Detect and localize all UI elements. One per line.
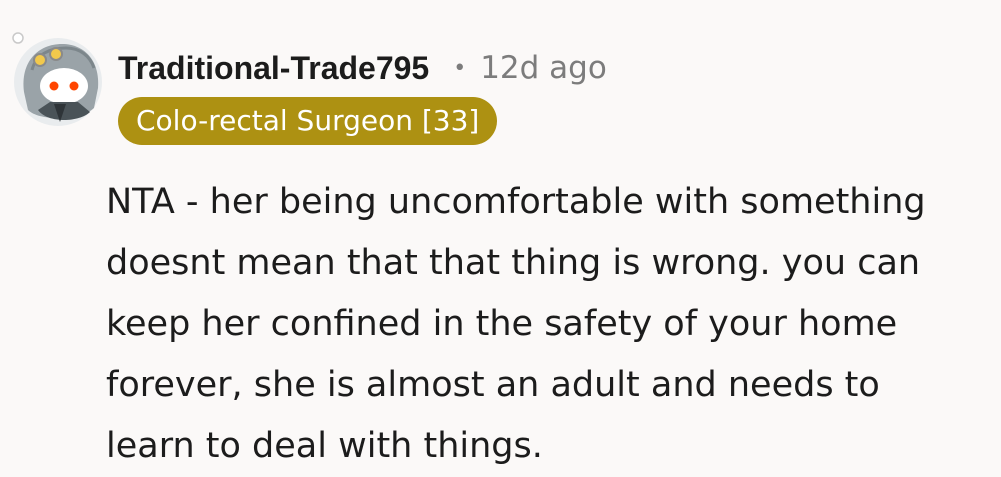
comment-body-line: learn to deal with things. (106, 426, 543, 466)
comment-body-line: forever, she is almost an adult and need… (106, 365, 880, 405)
comment-header: Traditional-Trade795 • 12d ago (118, 44, 607, 92)
comment-body-line: doesnt mean that that thing is wrong. yo… (106, 243, 921, 283)
user-flair-badge: Colo-rectal Surgeon [33] (118, 97, 498, 145)
user-avatar[interactable] (10, 30, 106, 126)
comment-body-line: keep her confined in the safety of your … (106, 304, 898, 344)
comment-body: NTA - her being uncomfortable with somet… (106, 172, 991, 477)
separator-dot: • (453, 55, 467, 81)
snoo-avatar-icon (12, 32, 102, 126)
comment-timestamp[interactable]: 12d ago (480, 50, 607, 86)
comment-body-line: NTA - her being uncomfortable with somet… (106, 182, 926, 222)
comment: Traditional-Trade795 • 12d ago Colo-rect… (0, 0, 1001, 477)
author-username[interactable]: Traditional-Trade795 (118, 50, 429, 87)
